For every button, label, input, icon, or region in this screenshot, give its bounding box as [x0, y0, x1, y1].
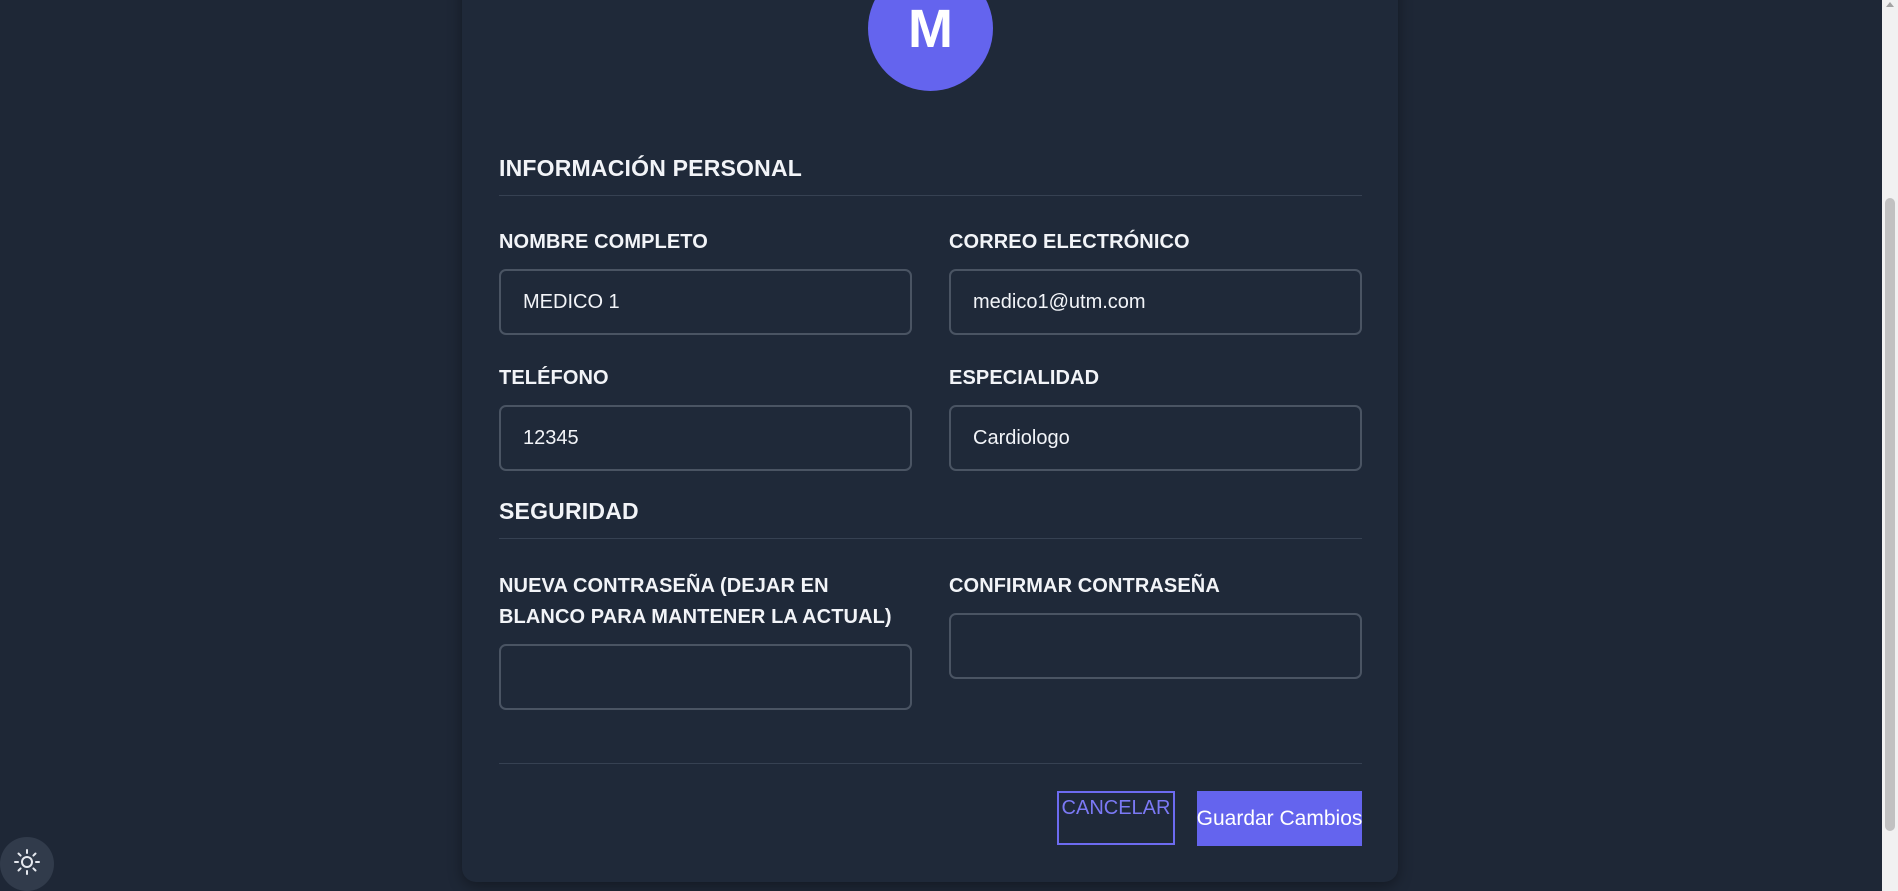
specialty-label: ESPECIALIDAD	[949, 367, 1100, 389]
actions-divider	[499, 763, 1362, 764]
save-button[interactable]: Guardar Cambios	[1197, 791, 1362, 846]
section-title-personal: INFORMACIÓN PERSONAL	[499, 155, 802, 181]
phone-input[interactable]: 12345	[499, 405, 912, 471]
specialty-value: Cardiologo	[973, 426, 1070, 449]
sun-icon	[13, 848, 41, 881]
name-label: NOMBRE COMPLETO	[499, 231, 708, 253]
name-value: MEDICO 1	[523, 290, 620, 313]
name-input[interactable]: MEDICO 1	[499, 269, 912, 335]
specialty-input[interactable]: Cardiologo	[949, 405, 1362, 471]
new-password-input[interactable]	[499, 644, 912, 710]
avatar-initial: M	[908, 0, 953, 59]
email-value: medico1@utm.com	[973, 290, 1146, 313]
confirm-password-input[interactable]	[949, 613, 1362, 679]
email-input[interactable]: medico1@utm.com	[949, 269, 1362, 335]
scrollbar-thumb[interactable]	[1885, 198, 1895, 831]
section-divider	[499, 538, 1362, 539]
section-divider	[499, 195, 1362, 196]
new-password-label: NUEVA CONTRASEÑA (DEJAR EN BLANCO PARA M…	[499, 575, 892, 628]
profile-page: M INFORMACIÓN PERSONAL NOMBRE COMPLETO M…	[0, 0, 1898, 891]
cancel-button[interactable]: CANCELAR	[1057, 791, 1175, 845]
theme-toggle-button[interactable]	[0, 837, 54, 891]
confirm-password-label: CONFIRMAR CONTRASEÑA	[949, 575, 1220, 597]
email-label: CORREO ELECTRÓNICO	[949, 231, 1190, 253]
phone-value: 12345	[523, 426, 579, 449]
section-title-security: SEGURIDAD	[499, 498, 639, 524]
phone-label: TELÉFONO	[499, 367, 609, 389]
scroll-up-arrow-icon[interactable]	[1886, 2, 1894, 7]
